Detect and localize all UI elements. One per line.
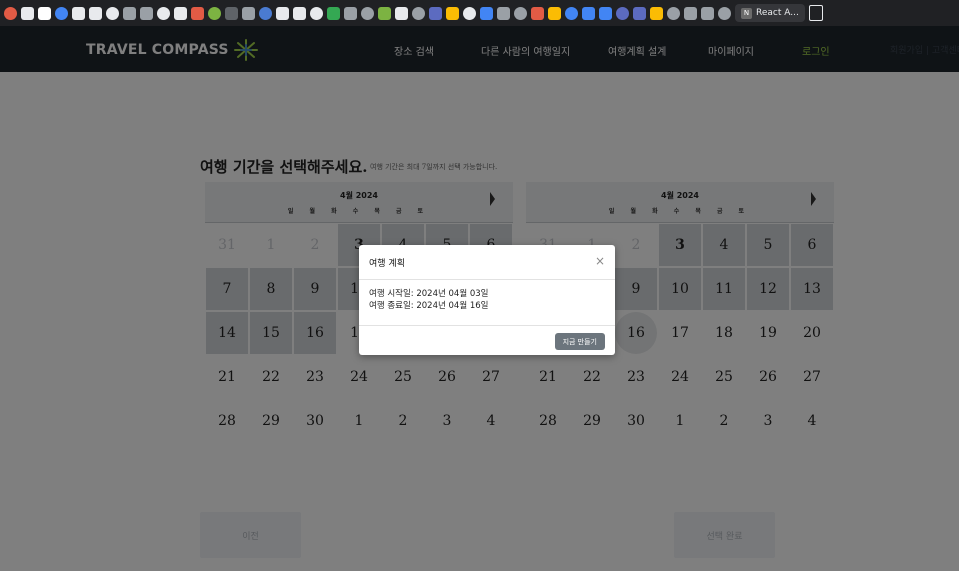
close-icon[interactable]: ×: [595, 255, 605, 267]
bookmark-favicon-icon[interactable]: [106, 6, 119, 20]
bookmark-favicon-icon[interactable]: [480, 6, 493, 20]
bookmark-favicon-icon[interactable]: [310, 6, 323, 20]
bookmark-favicon-icon[interactable]: [191, 6, 204, 20]
bookmarks-bar: N React A...: [0, 0, 959, 26]
bookmark-favicon-icon[interactable]: [497, 6, 510, 20]
bookmark-favicon-icon[interactable]: [667, 6, 680, 20]
bookmark-favicon-icon[interactable]: [259, 6, 272, 20]
bookmark-favicon-icon[interactable]: [293, 6, 306, 20]
bookmark-favicon-icon[interactable]: [276, 6, 289, 20]
bookmark-favicon-icon[interactable]: [582, 6, 595, 20]
bookmark-favicon-icon[interactable]: [446, 6, 459, 20]
bookmark-favicon-icon[interactable]: [718, 6, 731, 20]
bookmark-favicon-icon[interactable]: [225, 6, 238, 20]
modal-header: 여행 계획 ×: [359, 245, 615, 280]
bookmark-favicon-icon[interactable]: [327, 6, 340, 20]
bookmark-favicon-icon[interactable]: [55, 6, 68, 20]
notion-icon: N: [741, 7, 752, 19]
modal-title: 여행 계획: [369, 259, 405, 269]
bookmark-favicon-icon[interactable]: [701, 6, 714, 20]
bookmark-favicon-icon[interactable]: [242, 6, 255, 20]
bookmark-favicon-icon[interactable]: [412, 6, 425, 20]
bookmark-favicon-icon[interactable]: [378, 6, 391, 20]
trip-end-date: 여행 종료일: 2024년 04월 16일: [369, 301, 489, 311]
bookmark-favicon-icon[interactable]: [395, 6, 408, 20]
bookmark-favicon-icon[interactable]: [650, 6, 663, 20]
bookmark-overflow-icon[interactable]: [808, 5, 823, 21]
bookmark-favicon-icon[interactable]: [21, 6, 34, 20]
bookmark-favicon-icon[interactable]: [38, 6, 51, 20]
bookmark-favicon-icon[interactable]: [361, 6, 374, 20]
bookmark-favicon-icon[interactable]: [633, 6, 646, 20]
bookmark-favicon-icon[interactable]: [548, 6, 561, 20]
bookmark-favicon-icon[interactable]: [174, 6, 187, 20]
bookmark-favicon-icon[interactable]: [140, 6, 153, 20]
bookmark-label: React A...: [756, 8, 799, 18]
trip-plan-modal: 여행 계획 × 여행 시작일: 2024년 04월 03일 여행 종료일: 20…: [359, 245, 615, 355]
bookmark-favicon-icon[interactable]: [208, 6, 221, 20]
bookmark-favicon-icon[interactable]: [429, 6, 442, 20]
bookmark-favicon-icon[interactable]: [4, 6, 17, 20]
bookmark-favicon-icon[interactable]: [531, 6, 544, 20]
bookmark-favicon-icon[interactable]: [157, 6, 170, 20]
bookmark-favicon-icon[interactable]: [72, 6, 85, 20]
bookmark-favicon-icon[interactable]: [514, 6, 527, 20]
bookmark-favicon-icon[interactable]: [463, 6, 476, 20]
bookmark-favicon-icon[interactable]: [616, 6, 629, 20]
modal-footer: 지금 만들기: [359, 326, 615, 355]
bookmark-favicon-icon[interactable]: [565, 6, 578, 20]
bookmark-favicon-icon[interactable]: [89, 6, 102, 20]
trip-start-date: 여행 시작일: 2024년 04월 03일: [369, 289, 489, 299]
modal-body: 여행 시작일: 2024년 04월 03일 여행 종료일: 2024년 04월 …: [359, 280, 615, 326]
bookmark-favicon-icon[interactable]: [344, 6, 357, 20]
bookmark-favicon-icon[interactable]: [599, 6, 612, 20]
bookmark-favicon-icon[interactable]: [684, 6, 697, 20]
bookmark-react[interactable]: N React A...: [735, 4, 805, 22]
bookmark-favicon-icon[interactable]: [123, 6, 136, 20]
create-now-button[interactable]: 지금 만들기: [554, 333, 605, 350]
